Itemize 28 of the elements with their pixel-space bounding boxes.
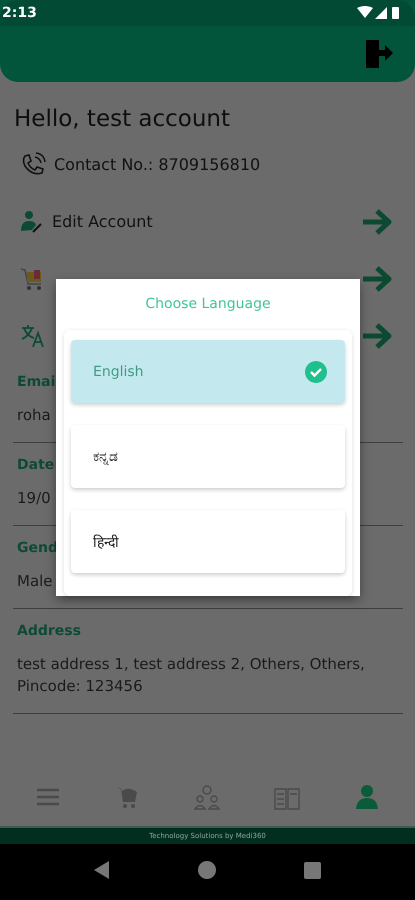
home-icon[interactable]: [198, 861, 216, 879]
user-edit-icon: [20, 210, 44, 234]
check-icon: [305, 360, 327, 382]
phone-icon: [20, 152, 46, 178]
arrow-icon[interactable]: [361, 208, 393, 236]
logout-icon[interactable]: [363, 38, 395, 70]
field-value: 19/0: [17, 488, 51, 509]
field-value: Male: [17, 571, 53, 592]
language-option[interactable]: English: [71, 340, 345, 403]
recents-icon[interactable]: [304, 862, 321, 878]
field-value: test address 1, test address 2, Others, Others, Pincode: 123456: [17, 654, 366, 697]
back-icon[interactable]: [94, 861, 110, 879]
language-option[interactable]: हिन्दी: [71, 510, 345, 573]
greeting: Hello, test account: [13, 105, 232, 132]
field-label: Address: [17, 623, 81, 639]
field-value: roha: [17, 405, 51, 426]
people-icon[interactable]: [192, 784, 222, 810]
arrow-icon[interactable]: [361, 264, 393, 292]
language-option[interactable]: ಕನ್ನಡ: [71, 425, 345, 488]
arrow-icon[interactable]: [361, 322, 393, 350]
dialog-title: Choose Language: [144, 295, 272, 314]
status-time: 2:13: [2, 5, 37, 21]
field-label: Emai: [17, 374, 56, 390]
status-icons: [357, 6, 401, 20]
menu-label[interactable]: Edit Account: [52, 212, 153, 231]
menu-label[interactable]: Contact No.: 8709156810: [54, 155, 260, 174]
translate-icon: [20, 322, 46, 348]
field-label: Date: [17, 457, 54, 473]
